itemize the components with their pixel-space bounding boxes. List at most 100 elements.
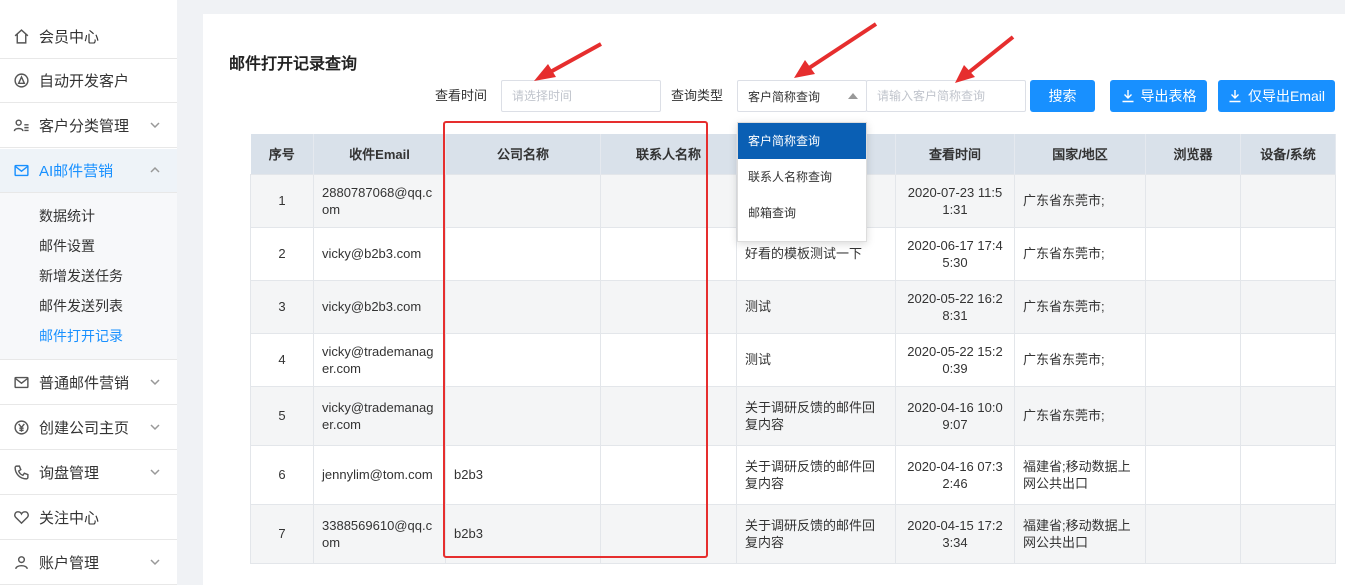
column-header-region: 国家/地区 [1014, 134, 1146, 174]
cell-subject: 关于调研反馈的邮件回复内容 [736, 385, 896, 446]
submenu-item-send-list[interactable]: 邮件发送列表 [39, 296, 123, 316]
search-button[interactable]: 搜索 [1030, 80, 1095, 112]
cell-region: 广东省东莞市; [1014, 279, 1146, 334]
type-label: 查询类型 [671, 88, 724, 103]
user-icon [12, 554, 30, 572]
sidebar-item-follow-center[interactable]: 关注中心 [0, 496, 177, 540]
cell-browser [1145, 173, 1241, 228]
sidebar: 会员中心 自动开发客户 客户分类管理 AI邮件营销 数据统计 邮件设置 新增发送… [0, 0, 177, 585]
cell-email: vicky@trademanager.com [313, 385, 446, 446]
page-title: 邮件打开记录查询 [229, 56, 358, 73]
table-row: 7 3388569610@qq.com b2b3 关于调研反馈的邮件回复内容 2020-… [250, 503, 1336, 564]
cell-contact [600, 503, 737, 564]
sidebar-item-label: 创建公司主页 [39, 420, 130, 437]
cell-company [445, 385, 601, 446]
caret-up-icon [848, 93, 858, 99]
cell-no: 1 [250, 173, 314, 228]
cell-no: 7 [250, 503, 314, 564]
dropdown-option-contact-name[interactable]: 联系人名称查询 [738, 159, 866, 195]
time-label: 查看时间 [435, 88, 488, 103]
cell-region: 广东省东莞市; [1014, 173, 1146, 228]
cell-time: 2020-04-16 10:09:07 [895, 385, 1015, 446]
cell-subject: 关于调研反馈的邮件回复内容 [736, 503, 896, 564]
mail-icon [12, 374, 30, 392]
cell-contact [600, 279, 737, 334]
submenu-item-data-stats[interactable]: 数据统计 [39, 206, 95, 226]
table-row: 3 vicky@b2b3.com 测试 2020-05-22 16:28:31 广东省东… [250, 279, 1336, 334]
time-picker-input[interactable] [501, 80, 661, 112]
download-icon [1228, 89, 1242, 103]
column-header-no: 序号 [250, 134, 314, 174]
sidebar-item-auto-develop[interactable]: 自动开发客户 [0, 59, 177, 103]
dropdown-option-email[interactable]: 邮箱查询 [738, 195, 866, 231]
cell-contact [600, 444, 737, 505]
cell-region: 广东省东莞市; [1014, 332, 1146, 387]
main-panel: 邮件打开记录查询 查看时间 查询类型 客户简称查询 搜索 导出表格 仅导出Ema… [203, 14, 1345, 585]
cell-device [1240, 279, 1336, 334]
cell-email: jennylim@tom.com [313, 444, 446, 505]
column-header-device: 设备/系统 [1240, 134, 1336, 174]
query-type-select[interactable]: 客户简称查询 [737, 80, 867, 112]
sidebar-item-member-center[interactable]: 会员中心 [0, 14, 177, 59]
sidebar-item-inquiry-management[interactable]: 询盘管理 [0, 451, 177, 495]
export-email-label: 仅导出Email [1247, 88, 1325, 104]
cell-browser [1145, 279, 1241, 334]
sidebar-item-create-company-page[interactable]: 创建公司主页 [0, 406, 177, 450]
cell-company: b2b3 [445, 444, 601, 505]
heart-icon [12, 509, 30, 527]
cell-browser [1145, 226, 1241, 281]
sidebar-item-label: 普通邮件营销 [39, 375, 130, 392]
cell-company [445, 226, 601, 281]
phone-icon [12, 464, 30, 482]
chevron-down-icon [150, 559, 160, 566]
dropdown-option-customer-abbr[interactable]: 客户简称查询 [738, 123, 866, 159]
column-header-contact: 联系人名称 [600, 134, 737, 174]
cell-contact [600, 332, 737, 387]
cell-time: 2020-05-22 16:28:31 [895, 279, 1015, 334]
cell-browser [1145, 444, 1241, 505]
users-icon [12, 117, 30, 135]
sidebar-item-account-management[interactable]: 账户管理 [0, 541, 177, 585]
cell-contact [600, 385, 737, 446]
ai-email-submenu: 数据统计 邮件设置 新增发送任务 邮件发送列表 邮件打开记录 [0, 193, 177, 360]
search-button-label: 搜索 [1048, 88, 1077, 104]
chevron-down-icon [150, 122, 160, 129]
cell-device [1240, 332, 1336, 387]
sidebar-item-label: 关注中心 [39, 510, 100, 527]
sidebar-item-ai-email-marketing[interactable]: AI邮件营销 [0, 149, 177, 193]
cell-no: 5 [250, 385, 314, 446]
sidebar-item-label: 账户管理 [39, 555, 100, 572]
chevron-down-icon [150, 469, 160, 476]
cell-time: 2020-06-17 17:45:30 [895, 226, 1015, 281]
sidebar-item-customer-category[interactable]: 客户分类管理 [0, 104, 177, 148]
cell-subject: 测试 [736, 279, 896, 334]
sidebar-item-label: AI邮件营销 [39, 163, 114, 180]
cell-device [1240, 503, 1336, 564]
chevron-up-icon [150, 166, 160, 173]
submenu-item-new-send-task[interactable]: 新增发送任务 [39, 266, 123, 286]
submenu-item-open-records[interactable]: 邮件打开记录 [39, 326, 123, 346]
cell-contact [600, 226, 737, 281]
table-row: 6 jennylim@tom.com b2b3 关于调研反馈的邮件回复内容 2020-0… [250, 444, 1336, 505]
keyword-input[interactable] [866, 80, 1026, 112]
submenu-item-email-settings[interactable]: 邮件设置 [39, 236, 95, 256]
cell-email: vicky@b2b3.com [313, 279, 446, 334]
cell-time: 2020-07-23 11:51:31 [895, 173, 1015, 228]
sidebar-item-label: 自动开发客户 [39, 73, 130, 90]
export-table-button[interactable]: 导出表格 [1110, 80, 1207, 112]
cell-device [1240, 226, 1336, 281]
cell-time: 2020-05-22 15:20:39 [895, 332, 1015, 387]
query-type-value: 客户简称查询 [748, 89, 821, 104]
cell-company [445, 173, 601, 228]
cell-device [1240, 173, 1336, 228]
cell-email: 3388569610@qq.com [313, 503, 446, 564]
column-header-time: 查看时间 [895, 134, 1015, 174]
cell-browser [1145, 385, 1241, 446]
cell-email: vicky@trademanager.com [313, 332, 446, 387]
cell-email: vicky@b2b3.com [313, 226, 446, 281]
export-email-button[interactable]: 仅导出Email [1218, 80, 1335, 112]
cell-browser [1145, 503, 1241, 564]
cell-email: 2880787068@qq.com [313, 173, 446, 228]
download-icon [1121, 89, 1135, 103]
sidebar-item-normal-email-marketing[interactable]: 普通邮件营销 [0, 361, 177, 405]
